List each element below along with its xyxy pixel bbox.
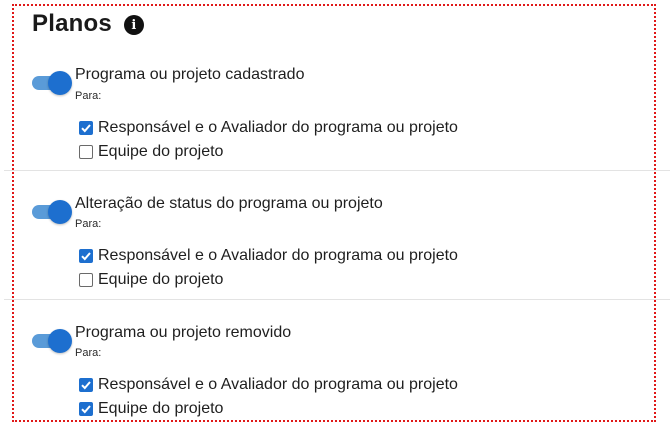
checkbox-label: Equipe do projeto [98,400,224,417]
plan-recipient-label: Para: [75,90,102,102]
plan-toggle[interactable] [30,70,72,96]
checkbox-checked-icon[interactable] [79,121,93,135]
plan-title: Programa ou projeto removido [75,324,292,341]
divider [4,170,670,171]
checkbox-label: Equipe do projeto [98,143,224,160]
plan-toggle[interactable] [30,328,72,354]
info-icon[interactable]: i [123,15,144,35]
plan-recipient-label: Para: [75,218,102,230]
checkbox-unchecked-icon[interactable] [79,273,93,287]
checkbox-responsavel-avaliador[interactable]: Responsável e o Avaliador do programa ou… [79,247,458,265]
checkbox-checked-icon[interactable] [79,249,93,263]
toggle-thumb [48,71,72,95]
plan-title: Programa ou projeto cadastrado [75,66,305,83]
section-header: Planos i [32,10,144,38]
checkbox-equipe-projeto[interactable]: Equipe do projeto [79,271,223,289]
checkbox-label: Responsável e o Avaliador do programa ou… [98,247,458,264]
plan-recipient-label: Para: [75,347,102,359]
plan-title: Alteração de status do programa ou proje… [75,195,383,212]
checkbox-label: Equipe do projeto [98,271,224,288]
section-title: Planos [32,10,112,37]
checkbox-equipe-projeto[interactable]: Equipe do projeto [79,400,223,418]
toggle-thumb [48,329,72,353]
checkbox-unchecked-icon[interactable] [79,145,93,159]
checkbox-label: Responsável e o Avaliador do programa ou… [98,119,458,136]
checkbox-equipe-projeto[interactable]: Equipe do projeto [79,143,223,161]
plan-toggle[interactable] [30,199,72,225]
checkbox-responsavel-avaliador[interactable]: Responsável e o Avaliador do programa ou… [79,119,458,137]
divider [4,299,670,300]
checkbox-checked-icon[interactable] [79,402,93,416]
checkbox-checked-icon[interactable] [79,378,93,392]
checkbox-label: Responsável e o Avaliador do programa ou… [98,376,458,393]
checkbox-responsavel-avaliador[interactable]: Responsável e o Avaliador do programa ou… [79,376,458,394]
toggle-thumb [48,200,72,224]
